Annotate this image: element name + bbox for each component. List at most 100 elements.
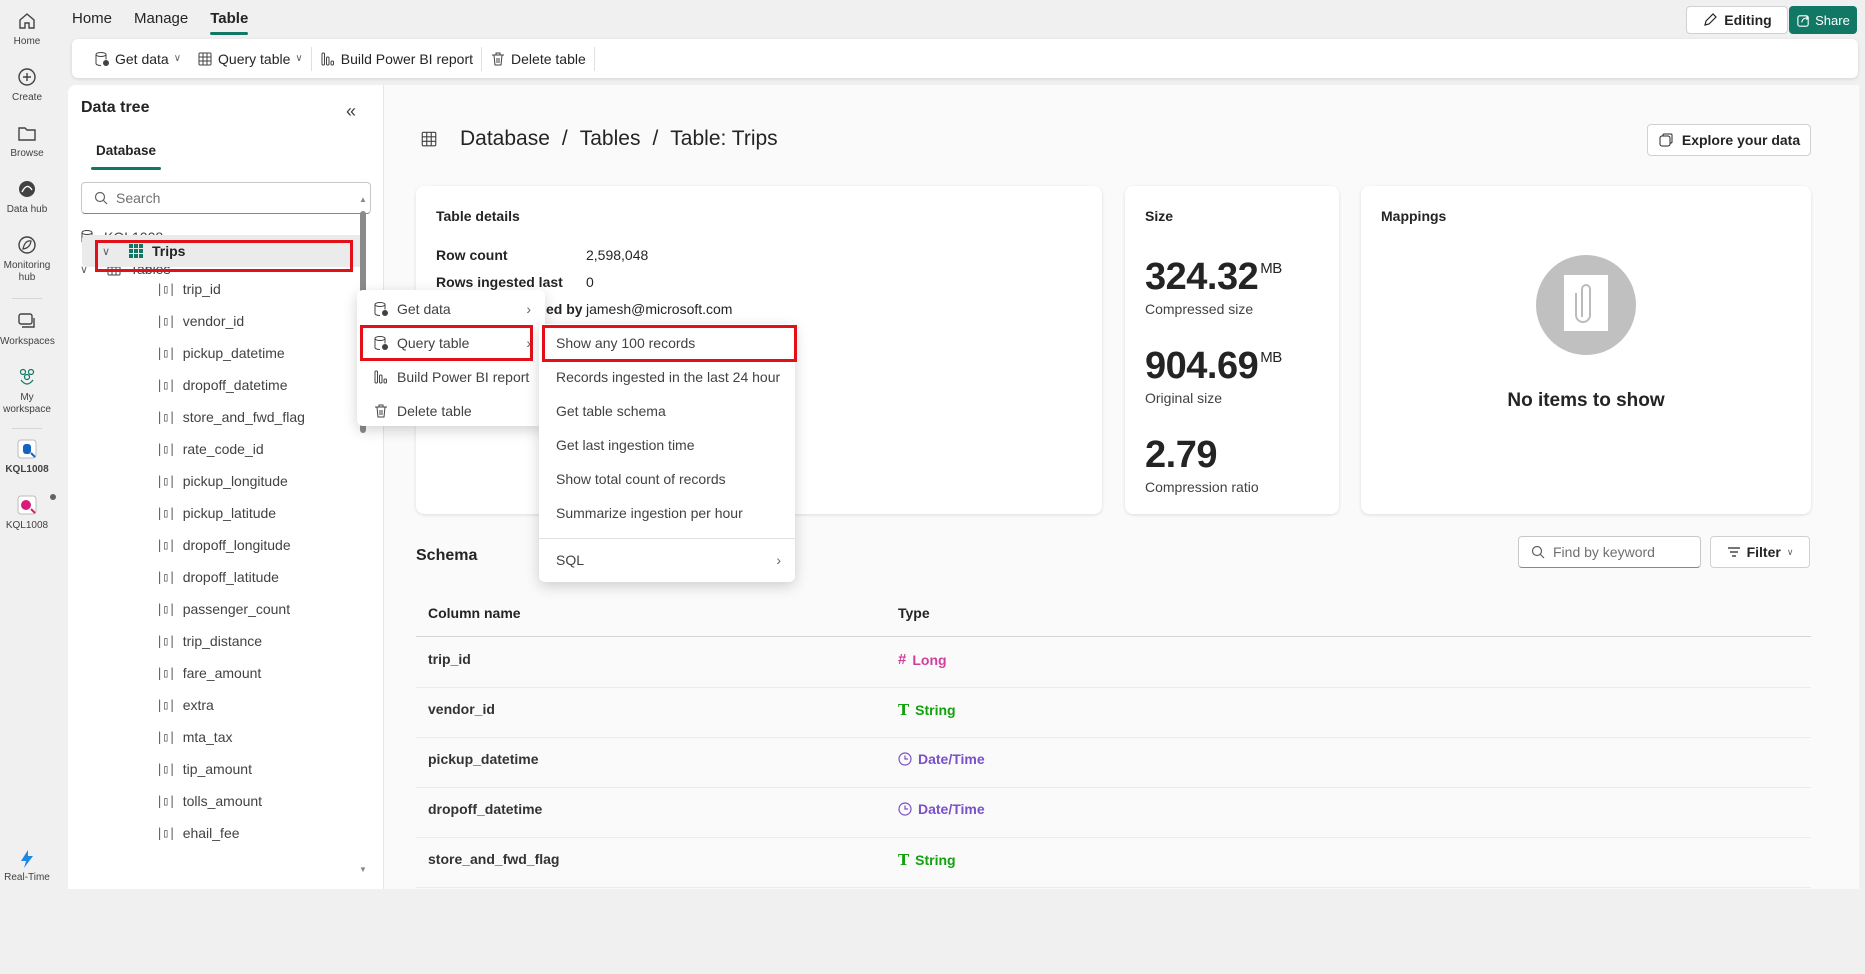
tree-field-item[interactable]: |▯| tip_amount	[156, 755, 252, 783]
breadcrumb-database[interactable]: Database	[460, 127, 550, 151]
tree-field-item[interactable]: |▯| dropoff_longitude	[156, 531, 291, 559]
tree-field-item[interactable]: |▯| trip_distance	[156, 627, 262, 655]
breadcrumb-tables[interactable]: Tables	[580, 127, 641, 151]
tab-table[interactable]: Table	[210, 6, 249, 35]
tab-home[interactable]: Home	[72, 6, 112, 31]
submenu-item[interactable]: Get table schema	[539, 394, 795, 428]
query-table-button[interactable]: Query table ∨	[189, 45, 311, 73]
rail-my-workspace[interactable]: My workspace	[0, 366, 54, 416]
paperclip-icon	[1536, 255, 1636, 355]
tree-field-item[interactable]: |▯| dropoff_latitude	[156, 563, 279, 591]
type-header[interactable]: Type	[898, 605, 930, 621]
mappings-card: Mappings No items to show	[1361, 186, 1811, 514]
database-icon	[374, 302, 388, 316]
tree-field-item[interactable]: |▯| pickup_datetime	[156, 339, 285, 367]
explore-label: Explore your data	[1681, 132, 1801, 148]
rail-monitoring-hub[interactable]: Monitoring hub	[0, 234, 54, 284]
schema-row-type: Date/Time	[898, 751, 985, 767]
rail-divider	[12, 428, 42, 429]
field-name: tolls_amount	[182, 793, 263, 809]
keyword-placeholder: Find by keyword	[1553, 544, 1655, 560]
breadcrumb-current: Table: Trips	[670, 127, 778, 150]
rail-kql-queryset[interactable]: KQL1008	[0, 494, 54, 532]
rail-divider	[12, 298, 42, 299]
submenu-item[interactable]: Records ingested in the last 24 hour	[539, 360, 795, 394]
menu-label: Delete table	[397, 403, 472, 419]
copy-icon	[1659, 133, 1673, 147]
tree-field-item[interactable]: |▯| ehail_fee	[156, 819, 240, 847]
rail-home[interactable]: Home	[0, 10, 54, 48]
field-name: tip_amount	[182, 761, 252, 777]
type-label: String	[915, 702, 956, 718]
chevron-right-icon: ›	[776, 552, 781, 568]
rail-kql-database[interactable]: KQL1008	[0, 438, 54, 476]
tree-field-item[interactable]: |▯| passenger_count	[156, 595, 290, 623]
get-data-button[interactable]: Get data ∨	[86, 45, 189, 73]
schema-row-name: dropoff_datetime	[428, 801, 543, 817]
rail-create[interactable]: Create	[0, 66, 54, 104]
rail-real-time[interactable]: Real-Time	[0, 848, 54, 884]
tree-field-item[interactable]: |▯| dropoff_datetime	[156, 371, 288, 399]
submenu-item[interactable]: Summarize ingestion per hour	[539, 496, 795, 530]
scroll-up-icon[interactable]: ▲	[359, 195, 367, 204]
tree-field-item[interactable]: |▯| extra	[156, 691, 214, 719]
collapse-panel-icon[interactable]: «	[346, 101, 356, 122]
menu-divider	[539, 538, 795, 539]
tree-field-item[interactable]: |▯| mta_tax	[156, 723, 233, 751]
delete-table-button[interactable]: Delete table	[482, 45, 594, 73]
rail-browse[interactable]: Browse	[0, 122, 54, 160]
field-name: passenger_count	[182, 601, 291, 617]
keyword-search-input[interactable]: Find by keyword	[1518, 536, 1701, 568]
rail-label: Home	[13, 36, 41, 47]
tree-field-item[interactable]: |▯| trip_id	[156, 275, 221, 303]
tree-field-item[interactable]: |▯| vendor_id	[156, 307, 244, 335]
editing-button[interactable]: Editing	[1686, 6, 1788, 34]
column-icon: |▯|	[156, 442, 176, 456]
menu-item-build-report[interactable]: Build Power BI report	[357, 360, 545, 394]
tab-database[interactable]: Database	[90, 143, 162, 170]
tree-field-item[interactable]: |▯| store_and_fwd_flag	[156, 403, 305, 431]
chevron-down-icon: ∨	[173, 53, 182, 64]
number-type-icon: #	[898, 651, 907, 668]
rail-workspaces[interactable]: Workspaces	[0, 310, 55, 348]
database-icon	[95, 51, 109, 66]
column-icon: |▯|	[156, 346, 176, 360]
row-divider	[416, 787, 1811, 788]
build-report-button[interactable]: Build Power BI report	[312, 45, 481, 73]
submenu-item[interactable]: Show total count of records	[539, 462, 795, 496]
menu-item-get-data[interactable]: Get data ›	[357, 292, 545, 326]
field-name: trip_id	[182, 281, 221, 297]
header-divider	[416, 636, 1811, 637]
tree-field-item[interactable]: |▯| pickup_latitude	[156, 499, 276, 527]
text-type-icon: T	[898, 851, 910, 869]
tab-manage[interactable]: Manage	[134, 6, 188, 31]
panel-title: Data tree	[81, 99, 150, 116]
rail-data-hub[interactable]: Data hub	[0, 178, 54, 216]
share-button[interactable]: Share	[1789, 6, 1857, 34]
field-name: dropoff_longitude	[182, 537, 291, 553]
submenu-item[interactable]: Get last ingestion time	[539, 428, 795, 462]
menu-item-delete-table[interactable]: Delete table	[357, 394, 545, 428]
tree-field-item[interactable]: |▯| rate_code_id	[156, 435, 264, 463]
bar-chart-icon	[374, 370, 387, 384]
rail-label: Create	[11, 92, 42, 103]
breadcrumb-separator: /	[652, 127, 659, 150]
pencil-icon	[1704, 13, 1718, 26]
row-count: Row count 2,598,048	[436, 247, 648, 263]
rail-label: Browse	[10, 148, 44, 159]
table-query-icon	[198, 52, 212, 65]
filter-button[interactable]: Filter ∨	[1710, 536, 1810, 568]
row-divider	[416, 887, 1811, 888]
rail-label: Monitoring hub	[3, 260, 51, 283]
search-icon	[1531, 545, 1545, 559]
schema-title: Schema	[416, 547, 478, 564]
tree-field-item[interactable]: |▯| pickup_longitude	[156, 467, 288, 495]
explore-data-button[interactable]: Explore your data	[1647, 124, 1811, 156]
scroll-down-icon[interactable]: ▼	[359, 865, 367, 874]
menu-item-sql[interactable]: SQL ›	[539, 543, 795, 577]
tree-field-item[interactable]: |▯| fare_amount	[156, 659, 261, 687]
column-name-header[interactable]: Column name	[428, 605, 521, 621]
tree-search-input[interactable]: Search	[81, 182, 371, 214]
query-table-submenu: Show any 100 records Records ingested in …	[539, 324, 797, 582]
tree-field-item[interactable]: |▯| tolls_amount	[156, 787, 262, 815]
